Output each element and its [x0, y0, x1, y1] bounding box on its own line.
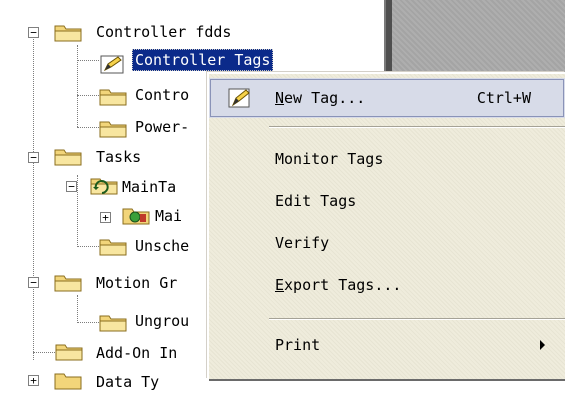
collapse-toggle[interactable]: − [66, 181, 77, 192]
folder-icon [99, 315, 127, 332]
folder-icon [54, 149, 82, 166]
tree-node-data-types[interactable]: Data Ty [96, 371, 159, 393]
menu-item-label: Print [275, 336, 321, 354]
menu-item-edit-tags[interactable]: Edit Tags [209, 181, 565, 221]
shortcut-label: Ctrl+W [476, 89, 531, 107]
tree-connector [77, 295, 78, 323]
collapse-toggle[interactable]: − [28, 152, 39, 163]
menu-item-label-rest: xport Tags... [284, 276, 402, 294]
tree-node-controller[interactable]: Controller fdds [96, 21, 231, 43]
collapse-toggle[interactable]: − [28, 27, 39, 38]
menu-item-label: Export Tags... [275, 265, 401, 305]
submenu-arrow-icon [540, 340, 545, 350]
menu-item-export-tags[interactable]: Export Tags... [209, 265, 565, 305]
folder-icon [55, 344, 83, 361]
menu-separator [269, 318, 565, 320]
tree-connector [77, 322, 99, 323]
menu-item-monitor-tags[interactable]: Monitor Tags [209, 139, 565, 179]
edit-tag-icon [228, 88, 250, 108]
menu-item-label-rest: ew Tag... [284, 89, 366, 107]
tree-node-tasks[interactable]: Tasks [96, 146, 141, 168]
mnemonic: N [275, 89, 285, 107]
folder-icon [99, 121, 127, 138]
menu-item-label: Monitor Tags [275, 150, 384, 168]
program-icon [122, 208, 150, 225]
menu-item-new-tag[interactable]: New Tag... Ctrl+W [209, 78, 565, 118]
tree-connector [77, 246, 99, 247]
mnemonic: E [275, 276, 285, 294]
folder-icon [54, 373, 82, 390]
tree-node-power-up[interactable]: Power- [135, 116, 189, 138]
menu-separator [269, 126, 565, 128]
tree-node-motion-groups[interactable]: Motion Gr [96, 272, 177, 294]
folder-icon [99, 239, 127, 256]
context-menu: New Tag... Ctrl+W Monitor Tags Edit Tags… [207, 72, 565, 379]
menu-item-label: Edit Tags [275, 192, 357, 210]
workspace-top-pane [386, 0, 565, 83]
menu-item-label: Verify [275, 234, 330, 252]
tree-connector [33, 352, 55, 353]
menu-item-print[interactable]: Print [209, 325, 565, 365]
menu-item-verify[interactable]: Verify [209, 223, 565, 263]
tree-node-add-on-instructions[interactable]: Add-On In [96, 342, 177, 364]
expand-toggle[interactable]: + [28, 375, 39, 386]
tree-connector [77, 127, 99, 128]
task-icon [90, 178, 118, 195]
tree-node-ungrouped[interactable]: Ungrou [135, 310, 189, 332]
tree-node-controller-tags[interactable]: Controller Tags [132, 49, 274, 71]
menu-item-label: New Tag... [275, 78, 365, 118]
tree-connector [77, 95, 99, 96]
folder-icon [54, 275, 82, 292]
edit-tag-icon [100, 55, 124, 74]
tree-node-unscheduled[interactable]: Unsche [135, 235, 189, 257]
tree-connector [77, 60, 99, 61]
tree-node-main-program[interactable]: Mai [155, 205, 182, 227]
tree-node-main-task[interactable]: MainTa [122, 176, 176, 198]
tree-connector [33, 39, 34, 360]
folder-icon [99, 89, 127, 106]
folder-icon [54, 25, 82, 42]
tree-connector [77, 45, 78, 127]
expand-toggle[interactable]: + [100, 212, 111, 223]
tree-connector [77, 175, 78, 247]
collapse-toggle[interactable]: − [28, 277, 39, 288]
tree-node-controller-fault[interactable]: Contro [135, 84, 189, 106]
